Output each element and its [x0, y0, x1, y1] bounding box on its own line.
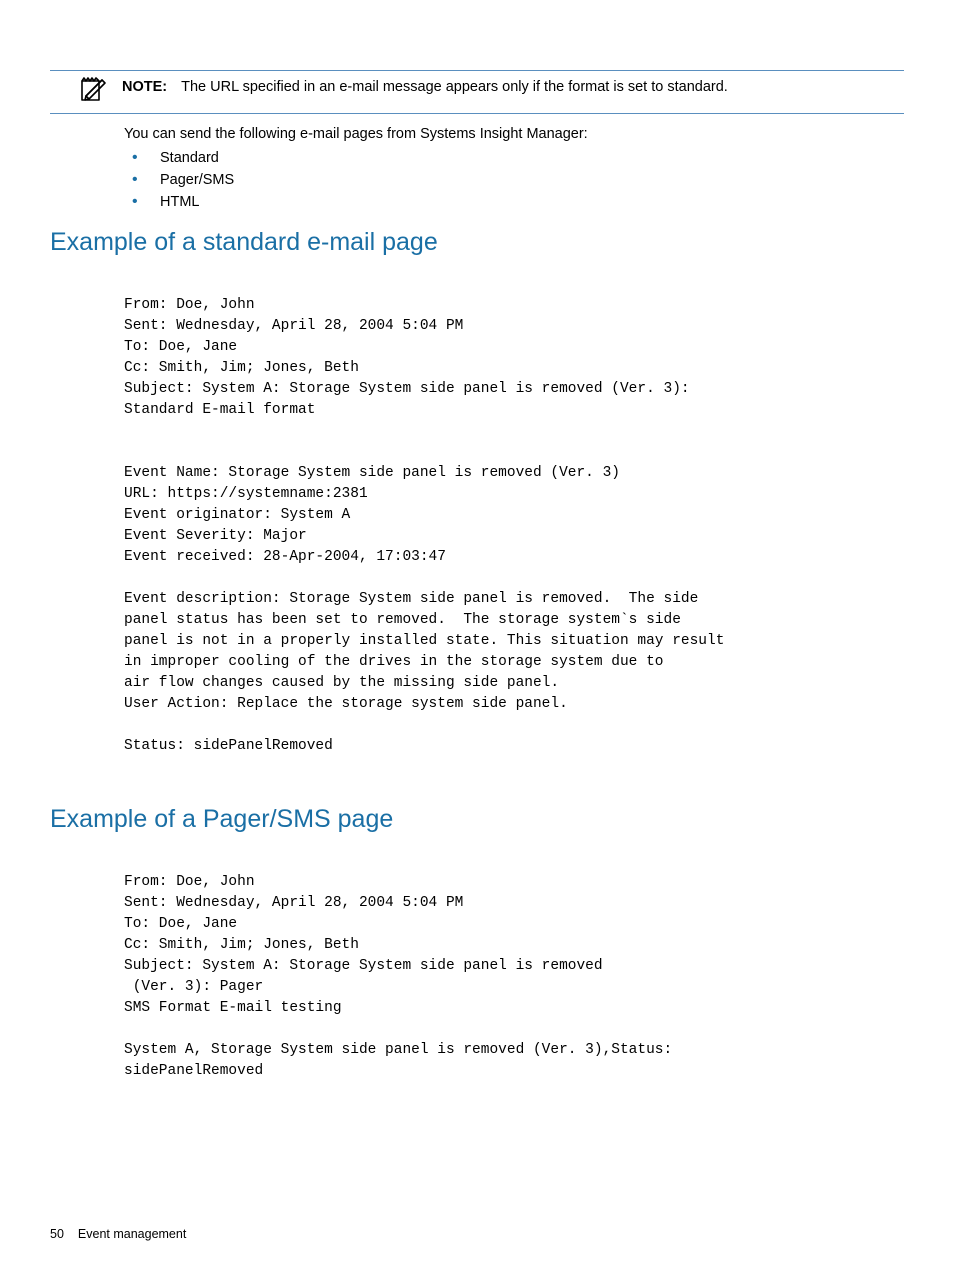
- note-callout: NOTE: The URL specified in an e-mail mess…: [50, 70, 904, 114]
- chapter-name: Event management: [78, 1227, 186, 1241]
- example-pager-email: From: Doe, John Sent: Wednesday, April 2…: [124, 872, 854, 1082]
- section-heading-pager: Example of a Pager/SMS page: [50, 805, 904, 834]
- page-footer: 50 Event management: [50, 1227, 186, 1241]
- note-label: NOTE:: [122, 79, 167, 95]
- list-item: Pager/SMS: [124, 172, 904, 188]
- section-heading-standard: Example of a standard e-mail page: [50, 228, 904, 257]
- intro-text: You can send the following e-mail pages …: [124, 126, 904, 142]
- note-body: The URL specified in an e-mail message a…: [181, 79, 728, 95]
- list-item: HTML: [124, 194, 904, 210]
- note-text: NOTE: The URL specified in an e-mail mess…: [122, 77, 904, 97]
- note-icon: [78, 75, 108, 107]
- list-item: Standard: [124, 150, 904, 166]
- example-standard-email: From: Doe, John Sent: Wednesday, April 2…: [124, 295, 854, 757]
- page-number: 50: [50, 1227, 64, 1241]
- format-list: Standard Pager/SMS HTML: [124, 150, 904, 210]
